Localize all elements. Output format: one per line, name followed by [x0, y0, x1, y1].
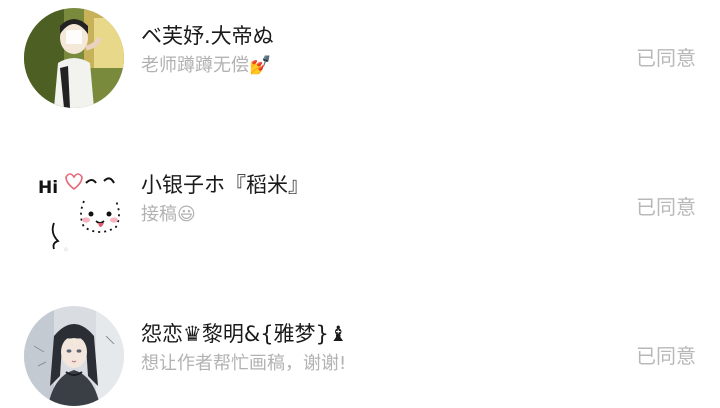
cartoon-dog-avatar[interactable]: Hi ⓒ: [24, 157, 124, 257]
friend-request-list: ベ芙妤.大帝ぬ 老师蹲蹲无偿💅 已同意 Hi ⓒ 小银子ホ『稻米』 接稿😃 已同…: [0, 0, 720, 408]
request-text-group: 怨恋♛黎明&{雅梦}♝ 想让作者帮忙画稿，谢谢!: [141, 320, 348, 377]
status-agreed: 已同意: [636, 195, 696, 219]
request-text-group: ベ芙妤.大帝ぬ 老师蹲蹲无偿💅: [141, 22, 274, 79]
status-agreed: 已同意: [636, 46, 696, 70]
girl-photo-avatar[interactable]: [24, 8, 124, 108]
anime-girl-avatar[interactable]: [24, 306, 124, 406]
svg-text:ⓒ: ⓒ: [64, 246, 68, 252]
friend-request-item[interactable]: Hi ⓒ 小银子ホ『稻米』 接稿😃 已同意: [0, 153, 720, 257]
user-nickname: 小银子ホ『稻米』: [141, 173, 309, 197]
svg-text:Hi: Hi: [38, 178, 58, 198]
request-message: 想让作者帮忙画稿，谢谢!: [141, 353, 347, 374]
friend-request-item[interactable]: ベ芙妤.大帝ぬ 老师蹲蹲无偿💅 已同意: [0, 4, 720, 108]
status-agreed: 已同意: [636, 344, 696, 368]
friend-request-item[interactable]: 怨恋♛黎明&{雅梦}♝ 想让作者帮忙画稿，谢谢! 已同意: [0, 302, 720, 406]
user-nickname: ベ芙妤.大帝ぬ: [141, 24, 274, 48]
request-message: 老师蹲蹲无偿💅: [141, 55, 272, 76]
request-message: 接稿😃: [141, 204, 196, 225]
user-nickname: 怨恋♛黎明&{雅梦}♝: [141, 322, 348, 346]
request-text-group: 小银子ホ『稻米』 接稿😃: [141, 171, 309, 228]
